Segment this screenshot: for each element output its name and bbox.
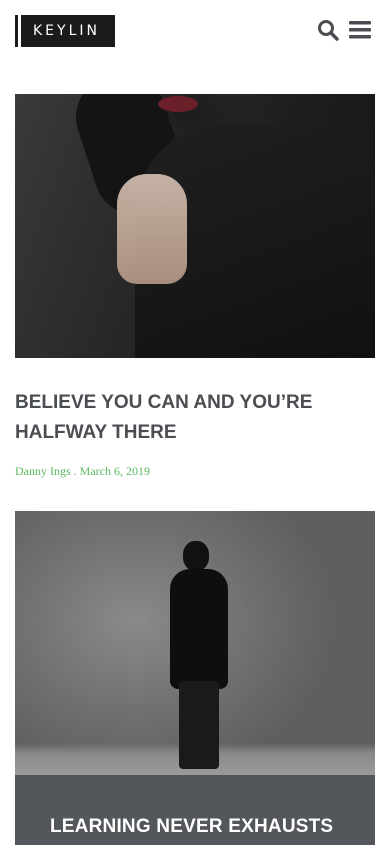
post-date[interactable]: March 6, 2019 [80, 464, 150, 478]
post-image[interactable] [15, 511, 375, 775]
post-title[interactable]: BELIEVE YOU CAN AND YOU’RE HALFWAY THERE [15, 388, 375, 448]
photo-body [170, 569, 228, 689]
site-header: KEYLIN [0, 0, 390, 64]
post-caption-band: LEARNING NEVER EXHAUSTS [15, 775, 375, 845]
post-meta: Danny Ings . March 6, 2019 [15, 464, 375, 479]
photo-head [183, 541, 209, 571]
post-title[interactable]: LEARNING NEVER EXHAUSTS [50, 816, 333, 838]
post-author[interactable]: Danny Ings [15, 464, 71, 478]
search-icon[interactable] [316, 18, 340, 42]
logo-text: KEYLIN [33, 23, 100, 39]
logo-bar [18, 15, 21, 47]
post-image[interactable] [15, 94, 375, 358]
photo-hand [117, 174, 187, 284]
post-meta-separator: . [73, 464, 77, 478]
menu-icon[interactable] [348, 18, 372, 42]
photo-figure [165, 541, 235, 769]
header-actions [316, 18, 372, 42]
photo-lips [158, 96, 198, 112]
post-card: BELIEVE YOU CAN AND YOU’RE HALFWAY THERE… [15, 94, 375, 479]
site-logo[interactable]: KEYLIN [15, 15, 115, 47]
photo-skirt [179, 681, 219, 769]
post-card: LEARNING NEVER EXHAUSTS [15, 511, 375, 845]
